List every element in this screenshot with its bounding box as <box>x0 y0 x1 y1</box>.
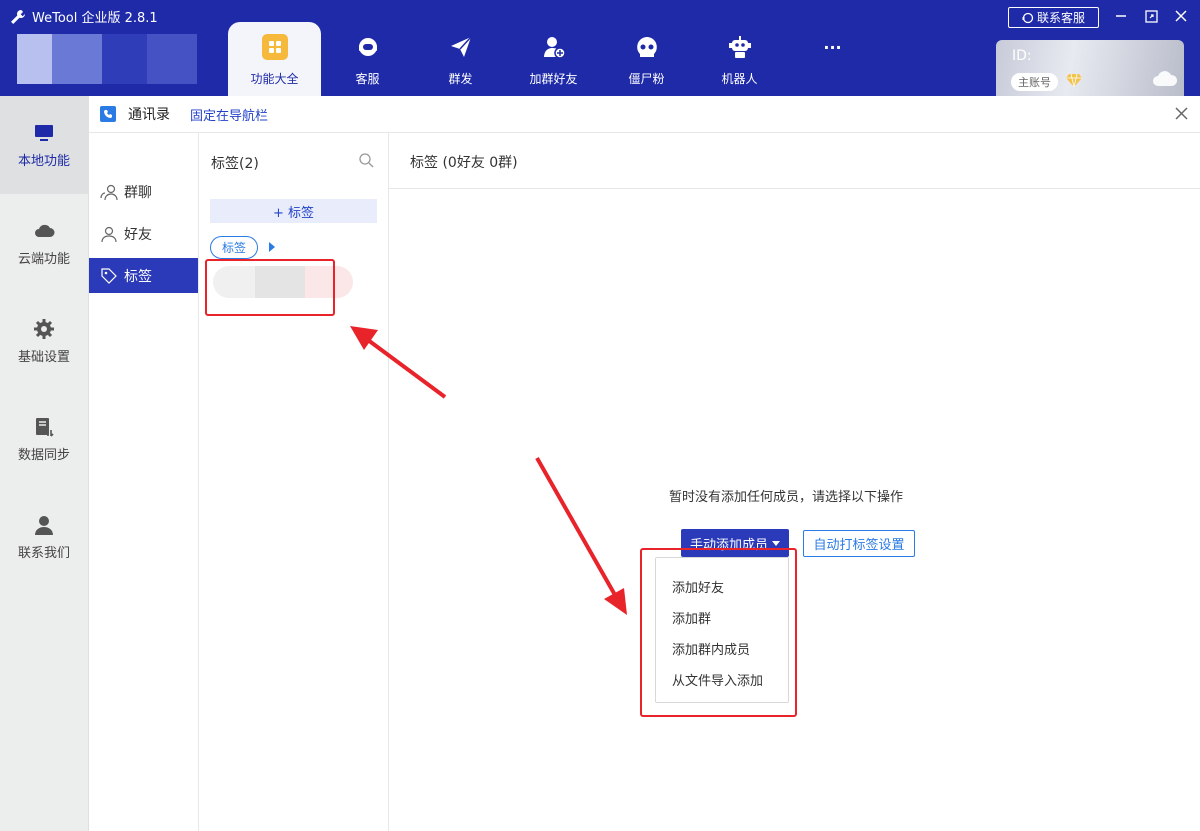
nav-label: 群发 <box>448 72 473 86</box>
tag-chip-label: 标签 <box>222 241 247 255</box>
skull-icon <box>634 34 660 60</box>
auto-tag-label: 自动打标签设置 <box>813 538 905 553</box>
search-icon[interactable] <box>358 152 374 168</box>
app-title: WeTool 企业版 2.8.1 <box>10 7 158 26</box>
diamond-icon <box>1066 73 1082 87</box>
contacts-icon <box>100 106 116 122</box>
account-id-label: ID: <box>1012 48 1032 64</box>
nav-feature-hub[interactable]: 功能大全 <box>228 22 321 96</box>
robot-icon <box>727 34 753 60</box>
submenu-item-label: 群聊 <box>124 184 152 201</box>
contacts-submenu: 群聊 好友 标签 <box>89 133 199 831</box>
cloud-icon <box>35 224 55 237</box>
tag-detail-header: 标签 (0好友 0群) <box>389 133 1200 189</box>
paper-plane-icon <box>448 34 474 60</box>
close-icon <box>1175 107 1188 120</box>
nav-robot[interactable]: 机器人 <box>693 22 786 96</box>
sidebar-item-label: 本地功能 <box>17 153 70 169</box>
tag-list-panel: 标签(2) + 标签 标签 <box>199 133 389 831</box>
maximize-button[interactable] <box>1141 6 1161 26</box>
avatar[interactable] <box>17 34 197 84</box>
sync-icon <box>36 417 54 437</box>
breadcrumb: 通讯录 固定在导航栏 <box>89 96 1200 133</box>
minimize-icon <box>1116 15 1126 17</box>
nav-broadcast[interactable]: 群发 <box>414 22 507 96</box>
caret-down-icon <box>772 540 780 546</box>
top-bar: WeTool 企业版 2.8.1 功能大全 客服 群发 加群好友 僵尸粉 机器人… <box>0 0 1200 96</box>
tag-list-header: 标签(2) <box>211 156 259 172</box>
headset-icon <box>355 34 381 60</box>
sidebar-item-data-sync[interactable]: 数据同步 <box>0 390 88 488</box>
sidebar-item-label: 基础设置 <box>17 349 70 365</box>
minimize-button[interactable] <box>1111 6 1131 26</box>
sidebar-item-label: 云端功能 <box>17 251 70 267</box>
person-icon <box>35 515 53 535</box>
sidebar-item-local-features[interactable]: 本地功能 <box>0 96 88 194</box>
tag-chip[interactable]: 标签 <box>210 236 259 259</box>
account-card[interactable]: ID: 主账号 <box>996 40 1184 96</box>
sidebar-item-basic-settings[interactable]: 基础设置 <box>0 292 88 390</box>
add-tag-label: + 标签 <box>272 205 315 221</box>
close-window-button[interactable] <box>1171 6 1191 26</box>
left-sidebar: 本地功能 云端功能 基础设置 数据同步 联系我们 <box>0 96 89 831</box>
more-icon: ··· <box>823 37 842 57</box>
submenu-item-friends[interactable]: 好友 <box>89 216 198 251</box>
nav-more[interactable]: ··· <box>786 22 879 96</box>
support-icon <box>1022 12 1034 23</box>
nav-label: 机器人 <box>721 72 758 86</box>
nav-label: 加群好友 <box>529 72 578 86</box>
nav-zombie-fans[interactable]: 僵尸粉 <box>600 22 693 96</box>
submenu-item-tags[interactable]: 标签 <box>89 258 198 293</box>
empty-state-message: 暂时没有添加任何成员，请选择以下操作 <box>669 490 904 505</box>
expand-arrow-icon[interactable] <box>269 242 275 252</box>
sidebar-item-label: 联系我们 <box>17 545 70 561</box>
tag-detail-title: 标签 (0好友 0群) <box>410 155 518 171</box>
user-icon <box>101 226 117 242</box>
add-user-icon <box>541 34 567 60</box>
group-icon <box>100 184 118 200</box>
submenu-item-group-chats[interactable]: 群聊 <box>89 174 198 209</box>
gear-icon <box>34 318 54 339</box>
wrench-icon <box>11 9 25 24</box>
submenu-item-label: 好友 <box>124 226 152 243</box>
contact-support-button[interactable]: 联系客服 <box>1008 7 1099 28</box>
close-icon <box>1175 10 1187 22</box>
sidebar-item-contact-us[interactable]: 联系我们 <box>0 488 88 586</box>
account-role-badge: 主账号 <box>1011 73 1058 91</box>
cloud-icon <box>1153 71 1178 86</box>
nav-label: 僵尸粉 <box>628 72 665 86</box>
auto-tag-settings-button[interactable]: 自动打标签设置 <box>803 530 915 557</box>
add-tag-button[interactable]: + 标签 <box>210 199 377 223</box>
submenu-item-label: 标签 <box>124 268 152 285</box>
grid-icon <box>261 34 288 60</box>
contact-support-label: 联系客服 <box>1036 11 1085 25</box>
monitor-icon <box>35 124 53 141</box>
pin-to-nav-link[interactable]: 固定在导航栏 <box>190 105 268 124</box>
page-title: 通讯录 <box>128 107 170 123</box>
annotation-box-dropdown <box>640 548 797 717</box>
nav-customer-service[interactable]: 客服 <box>321 22 414 96</box>
sidebar-item-label: 数据同步 <box>17 447 70 463</box>
app-title-text: WeTool 企业版 2.8.1 <box>32 11 158 26</box>
nav-label: 功能大全 <box>250 72 299 86</box>
annotation-box-tag <box>205 259 335 316</box>
nav-add-group-friends[interactable]: 加群好友 <box>507 22 600 96</box>
close-page-button[interactable] <box>1175 104 1188 125</box>
main-nav: 功能大全 客服 群发 加群好友 僵尸粉 机器人 ··· <box>228 22 879 96</box>
nav-label: 客服 <box>355 72 380 86</box>
annotation-arrow-to-dropdown <box>535 457 627 615</box>
tag-icon <box>101 267 117 284</box>
sidebar-item-cloud-features[interactable]: 云端功能 <box>0 194 88 292</box>
maximize-icon <box>1144 9 1158 23</box>
